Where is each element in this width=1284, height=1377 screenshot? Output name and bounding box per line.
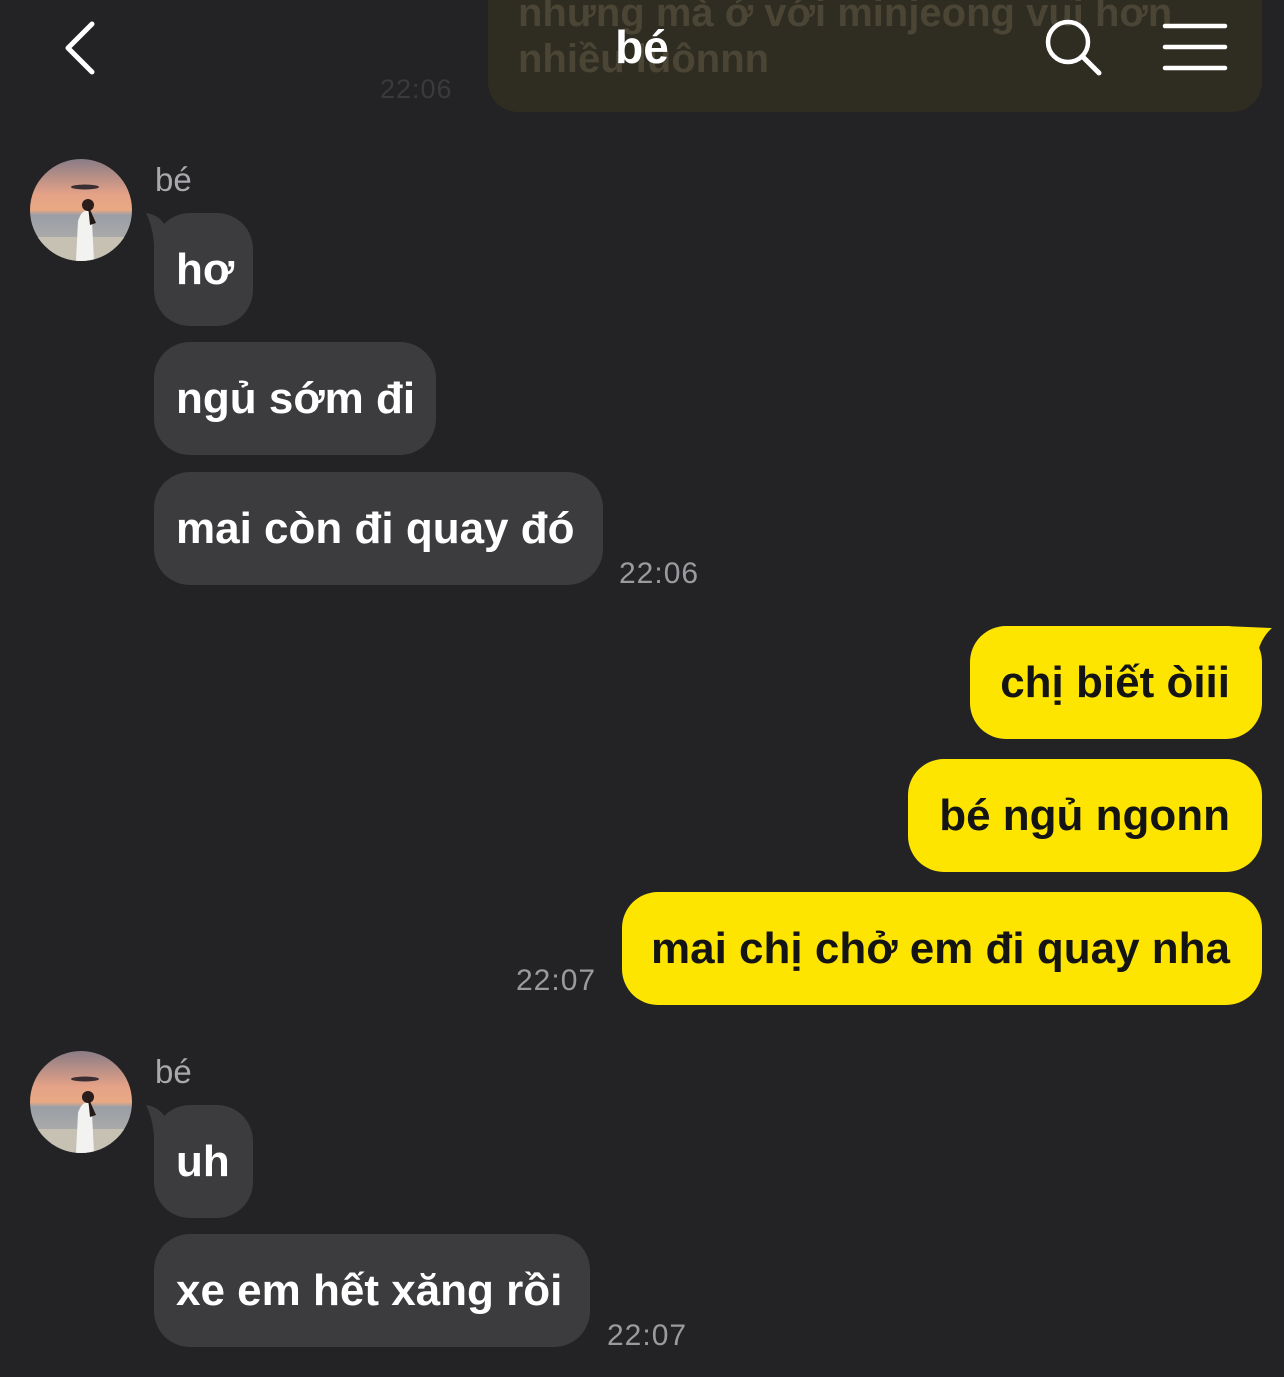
message-time: 22:07 bbox=[607, 1319, 688, 1352]
hamburger-menu-icon bbox=[1162, 23, 1228, 71]
message-time: 22:07 bbox=[516, 964, 597, 997]
menu-button[interactable] bbox=[1162, 20, 1228, 74]
outgoing-message[interactable]: bé ngủ ngonn bbox=[908, 759, 1262, 872]
search-button[interactable] bbox=[1042, 16, 1104, 78]
chat-screen: nhưng mà ở với minjeong vui hơn nhiều lu… bbox=[0, 0, 1284, 1377]
sender-name: bé bbox=[155, 1053, 192, 1090]
contact-avatar[interactable] bbox=[30, 159, 132, 261]
message-time: 22:06 bbox=[619, 557, 700, 590]
incoming-message[interactable]: ngủ sớm đi bbox=[154, 342, 436, 455]
avatar-photo bbox=[30, 1051, 132, 1153]
sender-name: bé bbox=[155, 161, 192, 198]
incoming-message[interactable]: uh bbox=[154, 1105, 253, 1218]
contact-avatar[interactable] bbox=[30, 1051, 132, 1153]
search-icon bbox=[1045, 19, 1102, 76]
outgoing-message[interactable]: mai chị chở em đi quay nha bbox=[622, 892, 1262, 1005]
incoming-message[interactable]: mai còn đi quay đó bbox=[154, 472, 603, 585]
outgoing-message[interactable]: chị biết òiii bbox=[970, 626, 1262, 739]
incoming-message[interactable]: xe em hết xăng rồi bbox=[154, 1234, 590, 1347]
incoming-message[interactable]: hơ bbox=[154, 213, 253, 326]
previous-message-time: 22:06 bbox=[380, 74, 453, 104]
avatar-photo bbox=[30, 159, 132, 261]
